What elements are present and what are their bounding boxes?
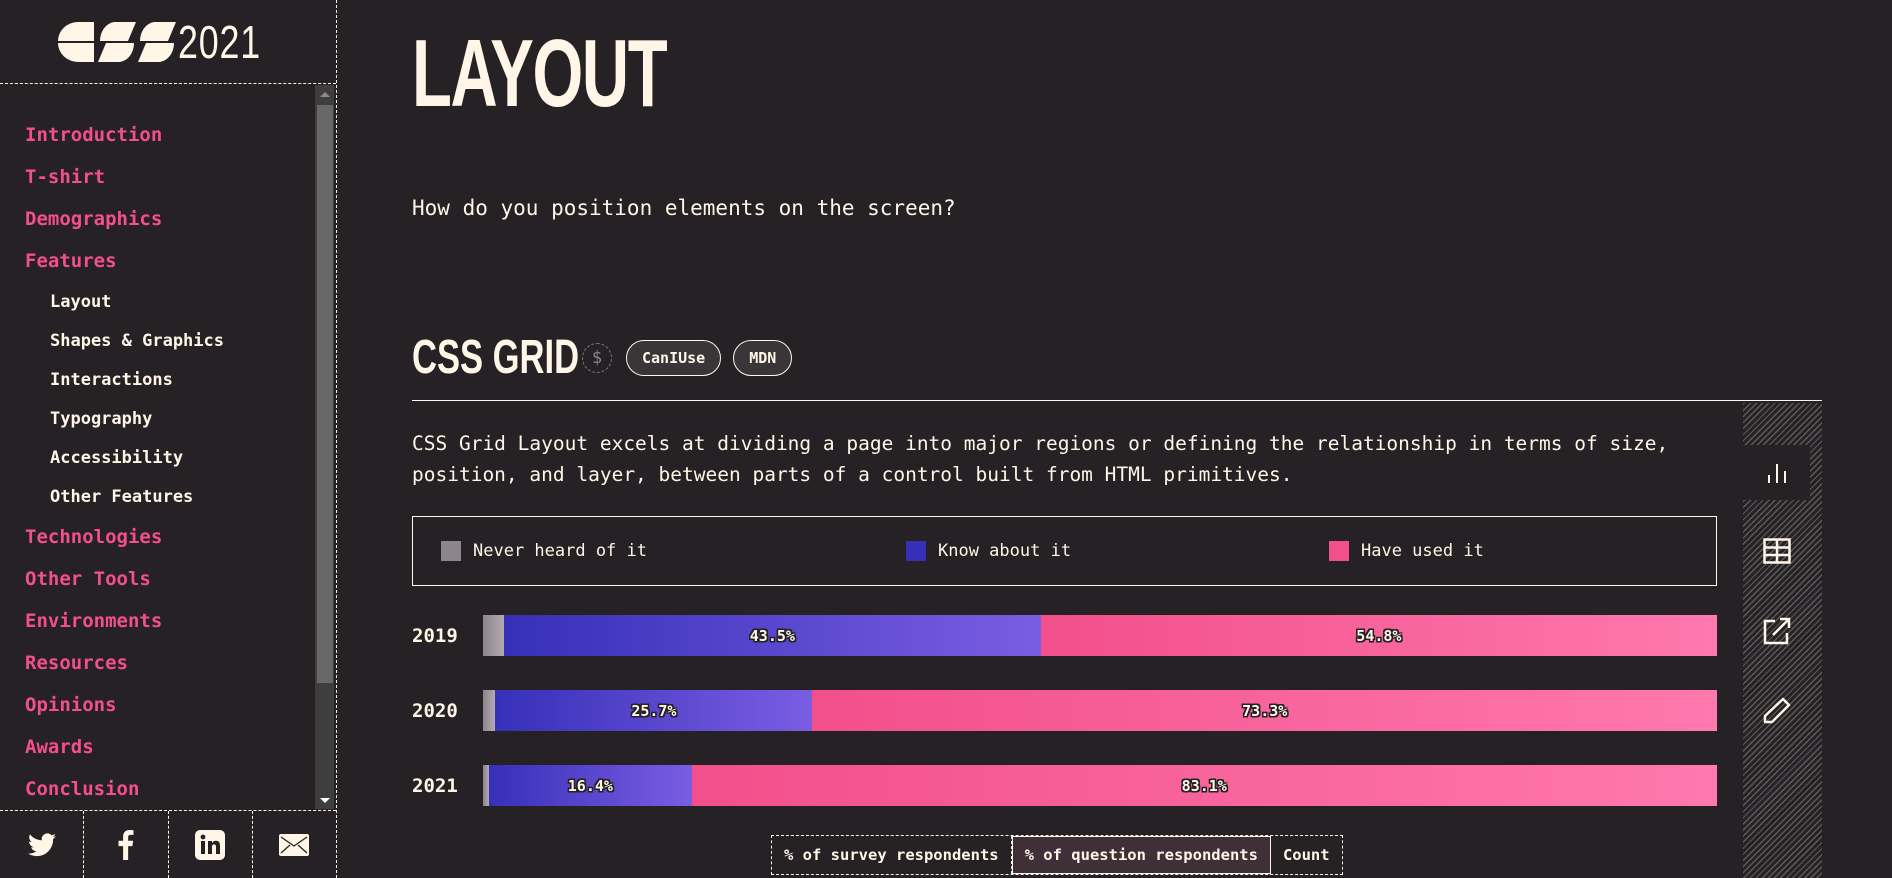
legend-swatch [441, 541, 461, 561]
sidebar-item-t-shirt[interactable]: T-shirt [0, 165, 315, 207]
sidebar-item-awards[interactable]: Awards [0, 735, 315, 777]
bar-segment-know-about-it[interactable]: 25.7% [495, 690, 813, 731]
logo-year: 2021 [178, 15, 261, 68]
twitter-icon [27, 832, 56, 856]
share-bar [0, 810, 336, 878]
table-view-button[interactable] [1743, 523, 1810, 578]
sponsor-button[interactable]: $ [582, 343, 612, 373]
legend-label: Never heard of it [473, 541, 647, 561]
data-label: 43.5% [749, 626, 795, 645]
legend-label: Know about it [938, 541, 1072, 561]
stacked-bar-chart: 2019 43.5% 54.8% 2020 25.7% 73.3% 2021 16.4% 83.… [412, 612, 1722, 812]
unit-option-question-respondents[interactable]: % of question respondents [1011, 836, 1271, 874]
data-label: 25.7% [631, 701, 677, 720]
scroll-thumb[interactable] [317, 105, 333, 683]
block-tools [1743, 403, 1822, 878]
sidebar-item-features[interactable]: Features [0, 249, 315, 291]
data-label: 83.1% [1181, 776, 1227, 795]
data-label: 16.4% [567, 776, 613, 795]
category-label: 2021 [412, 775, 458, 797]
legend-item[interactable]: Never heard of it [441, 541, 647, 561]
arrow-down-icon [319, 797, 330, 803]
legend-swatch [1329, 541, 1349, 561]
bar-segment-know-about-it[interactable]: 16.4% [489, 765, 692, 806]
sidebar-item-introduction[interactable]: Introduction [0, 123, 315, 165]
sidebar-nav-container: Introduction T-shirt Demographics Features L… [0, 85, 336, 809]
linkedin-icon [195, 829, 226, 860]
share-chart-button[interactable] [1743, 603, 1810, 658]
sidebar-item-conclusion[interactable]: Conclusion [0, 777, 315, 809]
caniuse-link[interactable]: CanIUse [626, 340, 722, 376]
page-intro: How do you position elements on the scre… [412, 196, 956, 220]
share-twitter-button[interactable] [0, 811, 85, 878]
data-label: 73.3% [1242, 701, 1288, 720]
category-label: 2020 [412, 700, 458, 722]
bar-chart-icon [1767, 463, 1786, 483]
scroll-down-button[interactable] [315, 791, 334, 809]
mdn-link[interactable]: MDN [733, 340, 793, 376]
sidebar-item-layout[interactable]: Layout [0, 291, 315, 330]
bar-row: 2019 43.5% 54.8% [412, 615, 1722, 657]
facebook-icon [118, 829, 134, 860]
sidebar: 2021 Introduction T-shirt Demographics Feat… [0, 0, 337, 878]
chart-legend: Never heard of it Know about it Have used … [412, 516, 1717, 586]
bar-segment-know-about-it[interactable]: 43.5% [503, 615, 1041, 656]
bar-segment-have-used-it[interactable]: 83.1% [691, 765, 1717, 806]
block-header: CSS GRID $ CanIUse MDN [412, 331, 793, 384]
arrow-up-icon [319, 91, 330, 97]
block-title: CSS GRID [412, 331, 580, 384]
sidebar-scrollbar[interactable] [315, 85, 334, 809]
legend-item[interactable]: Know about it [906, 541, 1071, 561]
pencil-icon [1763, 697, 1790, 723]
block-divider [412, 400, 1822, 401]
email-icon [279, 833, 310, 856]
units-selector: % of survey respondents% of question res… [771, 835, 1343, 875]
block-description: CSS Grid Layout excels at dividing a pag… [412, 432, 1669, 486]
dollar-icon: $ [591, 348, 603, 368]
bar-segment-have-used-it[interactable]: 54.8% [1040, 615, 1717, 656]
logo[interactable]: 2021 [0, 0, 336, 84]
scroll-up-button[interactable] [315, 85, 334, 103]
sidebar-item-technologies[interactable]: Technologies [0, 525, 315, 567]
bar-segment-never-heard-of-it[interactable] [483, 615, 504, 656]
page-title: LAYOUT [412, 20, 668, 127]
sidebar-item-typography[interactable]: Typography [0, 408, 315, 447]
bar-track: 43.5% 54.8% [483, 615, 1717, 656]
bar-row: 2020 25.7% 73.3% [412, 690, 1722, 732]
table-icon [1762, 537, 1791, 564]
bar-segment-never-heard-of-it[interactable] [483, 690, 496, 731]
sidebar-item-other-tools[interactable]: Other Tools [0, 567, 315, 609]
external-link-icon [1763, 617, 1790, 644]
share-linkedin-button[interactable] [169, 811, 253, 878]
sidebar-item-other-features[interactable]: Other Features [0, 486, 315, 525]
legend-swatch [906, 541, 926, 561]
bar-track: 16.4% 83.1% [483, 765, 1717, 806]
category-label: 2019 [412, 625, 458, 647]
bar-segment-have-used-it[interactable]: 73.3% [812, 690, 1717, 731]
data-label: 54.8% [1356, 626, 1402, 645]
bar-row: 2021 16.4% 83.1% [412, 765, 1722, 807]
bar-track: 25.7% 73.3% [483, 690, 1717, 731]
sidebar-item-accessibility[interactable]: Accessibility [0, 447, 315, 486]
unit-option-survey-respondents[interactable]: % of survey respondents [772, 836, 1012, 874]
share-facebook-button[interactable] [84, 811, 169, 878]
chart-view-button[interactable] [1743, 445, 1810, 500]
sidebar-item-environments[interactable]: Environments [0, 609, 315, 651]
share-email-button[interactable] [253, 811, 336, 878]
legend-label: Have used it [1361, 541, 1484, 561]
legend-item[interactable]: Have used it [1329, 541, 1484, 561]
sidebar-item-opinions[interactable]: Opinions [0, 693, 315, 735]
sidebar-item-interactions[interactable]: Interactions [0, 369, 315, 408]
sidebar-item-demographics[interactable]: Demographics [0, 207, 315, 249]
sidebar-nav: Introduction T-shirt Demographics Features L… [0, 85, 315, 809]
css-logo-icon [58, 21, 176, 62]
sidebar-item-shapes-graphics[interactable]: Shapes & Graphics [0, 330, 315, 369]
sidebar-item-resources[interactable]: Resources [0, 651, 315, 693]
unit-option-count[interactable]: Count [1271, 836, 1342, 874]
edit-button[interactable] [1743, 683, 1810, 738]
